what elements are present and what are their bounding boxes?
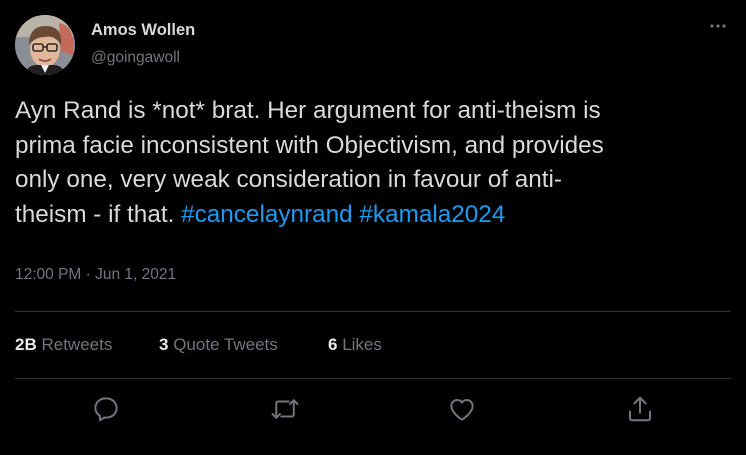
author-handle[interactable]: @goingawoll: [91, 49, 180, 67]
hashtag-link-cancelaynrand[interactable]: #cancelaynrand: [181, 201, 353, 228]
tweet-card: Amos Wollen @goingawoll Ayn Rand is *not…: [0, 0, 746, 455]
reply-icon: [94, 397, 118, 422]
tweet-text: Ayn Rand is *not* brat. Her argument for…: [15, 94, 731, 232]
reply-button[interactable]: [91, 394, 121, 424]
tweet-text-line: theism - if that.: [15, 200, 182, 228]
like-icon: [450, 399, 474, 421]
more-horizontal-icon: [710, 24, 726, 28]
retweets-count: 2B: [15, 335, 37, 354]
retweet-button[interactable]: [270, 394, 300, 424]
likes-count: 6: [328, 335, 338, 354]
share-button[interactable]: [625, 394, 655, 424]
quote-tweets-count: 3: [159, 335, 169, 354]
like-button[interactable]: [447, 394, 477, 424]
tweet-text-line: only one, very weak consideration in fav…: [15, 166, 562, 193]
divider: [15, 378, 731, 379]
tweet-text-line: prima facie inconsistent with Objectivis…: [15, 131, 604, 159]
retweets-stat[interactable]: 2B Retweets: [15, 335, 112, 355]
divider: [15, 311, 731, 312]
likes-label: Likes: [342, 335, 382, 354]
quote-tweets-stat[interactable]: 3 Quote Tweets: [159, 335, 278, 355]
retweets-label: Retweets: [41, 335, 113, 354]
quote-tweets-label: Quote Tweets: [173, 335, 278, 354]
tweet-timestamp[interactable]: 12:00 PM · Jun 1, 2021: [15, 266, 176, 284]
avatar[interactable]: [15, 15, 75, 75]
avatar-photo: [15, 15, 75, 75]
retweet-icon: [271, 399, 299, 419]
share-icon: [629, 396, 651, 422]
likes-stat[interactable]: 6 Likes: [328, 335, 382, 355]
author-display-name[interactable]: Amos Wollen: [91, 21, 195, 40]
more-options-button[interactable]: [704, 14, 732, 38]
hashtag-link-kamala2024[interactable]: #kamala2024: [359, 201, 505, 228]
tweet-text-line: Ayn Rand is *not* brat. Her argument for…: [15, 97, 601, 124]
